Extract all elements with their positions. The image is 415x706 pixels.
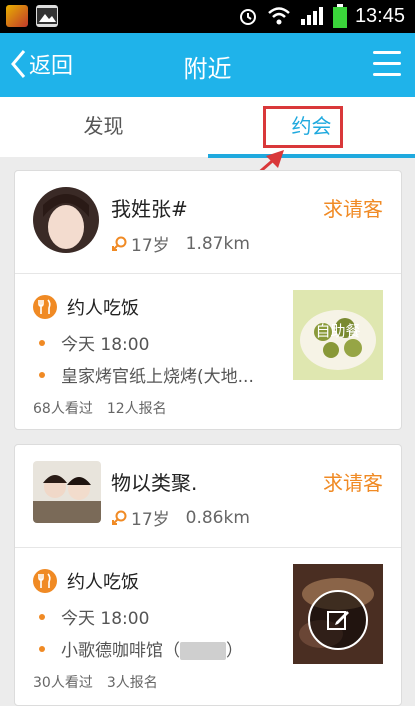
signal-icon bbox=[300, 7, 323, 25]
signup-count: 3人报名 bbox=[106, 675, 158, 691]
age: 17岁 bbox=[131, 510, 170, 530]
female-icon bbox=[112, 510, 127, 525]
page-title: 附近 bbox=[183, 55, 232, 83]
fork-knife-icon bbox=[33, 295, 57, 319]
avatar[interactable] bbox=[33, 461, 101, 523]
annotation-highlight-box bbox=[263, 106, 343, 148]
treat-request-label[interactable]: 求请客 bbox=[323, 467, 383, 496]
date-card[interactable]: 物以类聚. 17岁 0.86km 求请客 约人吃饭 今天 18:00 小歌德咖啡… bbox=[14, 444, 402, 706]
security-app-icon bbox=[6, 5, 28, 27]
treat-request-label[interactable]: 求请客 bbox=[323, 193, 383, 222]
status-bar: 13:45 bbox=[0, 0, 415, 33]
username: 物以类聚. bbox=[111, 471, 198, 495]
event-photo[interactable]: 自助餐 bbox=[293, 290, 383, 380]
alarm-icon bbox=[239, 9, 256, 25]
event-photo[interactable] bbox=[293, 564, 383, 664]
nav-bar: 返回 附近 bbox=[0, 33, 415, 97]
event-place: 皇家烤官纸上烧烤(大地... bbox=[61, 367, 254, 387]
tab-discover[interactable]: 发现 bbox=[0, 97, 207, 157]
avatar[interactable] bbox=[33, 187, 99, 253]
date-card[interactable]: 我姓张# 17岁 1.87km 求请客 约人吃饭 今天 18:00 皇家烤官纸上… bbox=[14, 170, 402, 430]
battery-icon bbox=[332, 4, 347, 28]
menu-icon[interactable] bbox=[373, 51, 401, 77]
view-count: 30人看过 bbox=[33, 675, 93, 691]
event-title: 约人吃饭 bbox=[67, 572, 139, 593]
edit-icon bbox=[327, 611, 349, 630]
wifi-icon bbox=[268, 7, 290, 25]
clock: 13:45 bbox=[354, 4, 405, 27]
event-time: 今天 18:00 bbox=[61, 335, 150, 355]
event-place: 小歌德咖啡馆（） bbox=[61, 641, 243, 661]
age: 17岁 bbox=[131, 236, 170, 256]
tab-bar: 发现 约会 bbox=[0, 97, 415, 157]
username: 我姓张# bbox=[111, 197, 188, 221]
distance: 1.87km bbox=[185, 233, 250, 254]
edit-button[interactable] bbox=[308, 590, 368, 650]
female-icon bbox=[112, 236, 127, 251]
signup-count: 12人报名 bbox=[106, 401, 167, 417]
event-time: 今天 18:00 bbox=[61, 609, 150, 629]
blurred-text bbox=[180, 642, 226, 660]
view-count: 68人看过 bbox=[33, 401, 93, 417]
photo-caption: 自助餐 bbox=[315, 322, 361, 340]
fork-knife-icon bbox=[33, 569, 57, 593]
distance: 0.86km bbox=[185, 507, 250, 528]
event-title: 约人吃饭 bbox=[67, 298, 139, 319]
gallery-icon bbox=[36, 5, 58, 27]
